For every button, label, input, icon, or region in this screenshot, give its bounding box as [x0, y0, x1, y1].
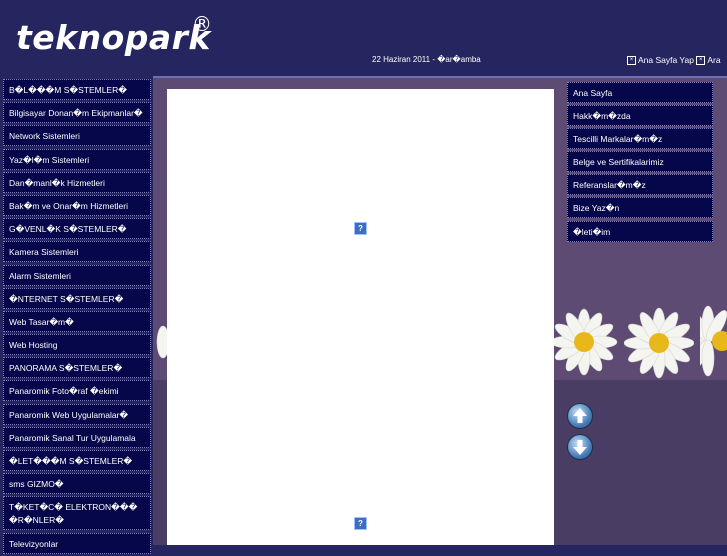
- registered-mark: ®: [192, 12, 212, 36]
- left-nav-item[interactable]: sms GIZMO�: [3, 473, 151, 495]
- left-nav-item[interactable]: �NTERNET S�STEMLER�: [3, 287, 151, 309]
- daisy-icon: [550, 308, 618, 376]
- scroll-down-button[interactable]: [567, 434, 593, 460]
- right-nav-item[interactable]: Hakk�m�zda: [567, 105, 713, 127]
- arrow-down-icon: [573, 440, 587, 455]
- right-nav-item[interactable]: Referanslar�m�z: [567, 174, 713, 196]
- header: teknopark ® 22 Haziran 2011 - �ar�amba ×…: [0, 0, 727, 76]
- right-nav-item[interactable]: Tescilli Markalar�m�z: [567, 128, 713, 150]
- left-nav-item[interactable]: Network Sistemleri: [3, 125, 151, 147]
- left-nav-item[interactable]: Yaz�l�m Sistemleri: [3, 148, 151, 170]
- left-nav-item[interactable]: G�VENL�K S�STEMLER�: [3, 218, 151, 240]
- left-nav-item[interactable]: Panaromik Web Uygulamalar�: [3, 403, 151, 425]
- top-links: × Ana Sayfa Yap × Ara: [627, 55, 721, 66]
- scroll-up-button[interactable]: [567, 403, 593, 429]
- right-nav-item[interactable]: �leti�im: [567, 220, 713, 242]
- main-content: ? ?: [167, 89, 554, 545]
- arrow-up-icon: [573, 408, 587, 423]
- daisy-icon: [624, 307, 694, 379]
- left-nav-item[interactable]: B�L���M S�STEMLER�: [3, 79, 151, 100]
- left-nav-item[interactable]: �LET���M S�STEMLER�: [3, 450, 151, 471]
- broken-image-icon: ?: [354, 517, 367, 530]
- left-nav-item[interactable]: T�KET�C� ELEKTRON��� �R�NLER�: [3, 496, 151, 531]
- left-nav-item[interactable]: Panaromik Foto�raf �ekimi: [3, 380, 151, 402]
- right-nav-item[interactable]: Belge ve Sertifikalarimiz: [567, 151, 713, 173]
- left-nav-item[interactable]: Panaromik Sanal Tur Uygulamala: [3, 426, 151, 448]
- left-nav-item[interactable]: Dan�manl�k Hizmetleri: [3, 171, 151, 193]
- set-homepage-link[interactable]: Ana Sayfa Yap: [638, 55, 694, 65]
- checkbox-icon: ×: [696, 56, 706, 66]
- left-nav-item[interactable]: Alarm Sistemleri: [3, 264, 151, 286]
- left-nav-item[interactable]: Web Hosting: [3, 334, 151, 356]
- date-text: 22 Haziran 2011 - �ar�amba: [372, 55, 481, 64]
- left-nav-item[interactable]: Televizyonlar: [3, 532, 151, 554]
- search-link[interactable]: Ara: [707, 55, 720, 65]
- checkbox-icon: ×: [627, 56, 636, 66]
- site-logo[interactable]: teknopark: [16, 18, 211, 57]
- daisy-icon: [700, 305, 727, 377]
- left-nav-item[interactable]: Bilgisayar Donan�m Ekipmanlar�: [3, 102, 151, 124]
- broken-image-icon: ?: [354, 222, 367, 235]
- right-sidebar: Ana Sayfa Hakk�m�zda Tescilli Markalar�m�z…: [567, 82, 713, 244]
- left-sidebar: B�L���M S�STEMLER� Bilgisayar Donan�m Eki…: [3, 79, 151, 556]
- daisy-icon: [156, 325, 167, 359]
- left-nav-item[interactable]: Bak�m ve Onar�m Hizmetleri: [3, 194, 151, 216]
- left-nav-item[interactable]: Kamera Sistemleri: [3, 241, 151, 263]
- right-nav-item[interactable]: Ana Sayfa: [567, 82, 713, 103]
- left-nav-item[interactable]: PANORAMA S�STEMLER�: [3, 357, 151, 379]
- right-nav-item[interactable]: Bize Yaz�n: [567, 197, 713, 219]
- left-nav-item[interactable]: Web Tasar�m�: [3, 310, 151, 332]
